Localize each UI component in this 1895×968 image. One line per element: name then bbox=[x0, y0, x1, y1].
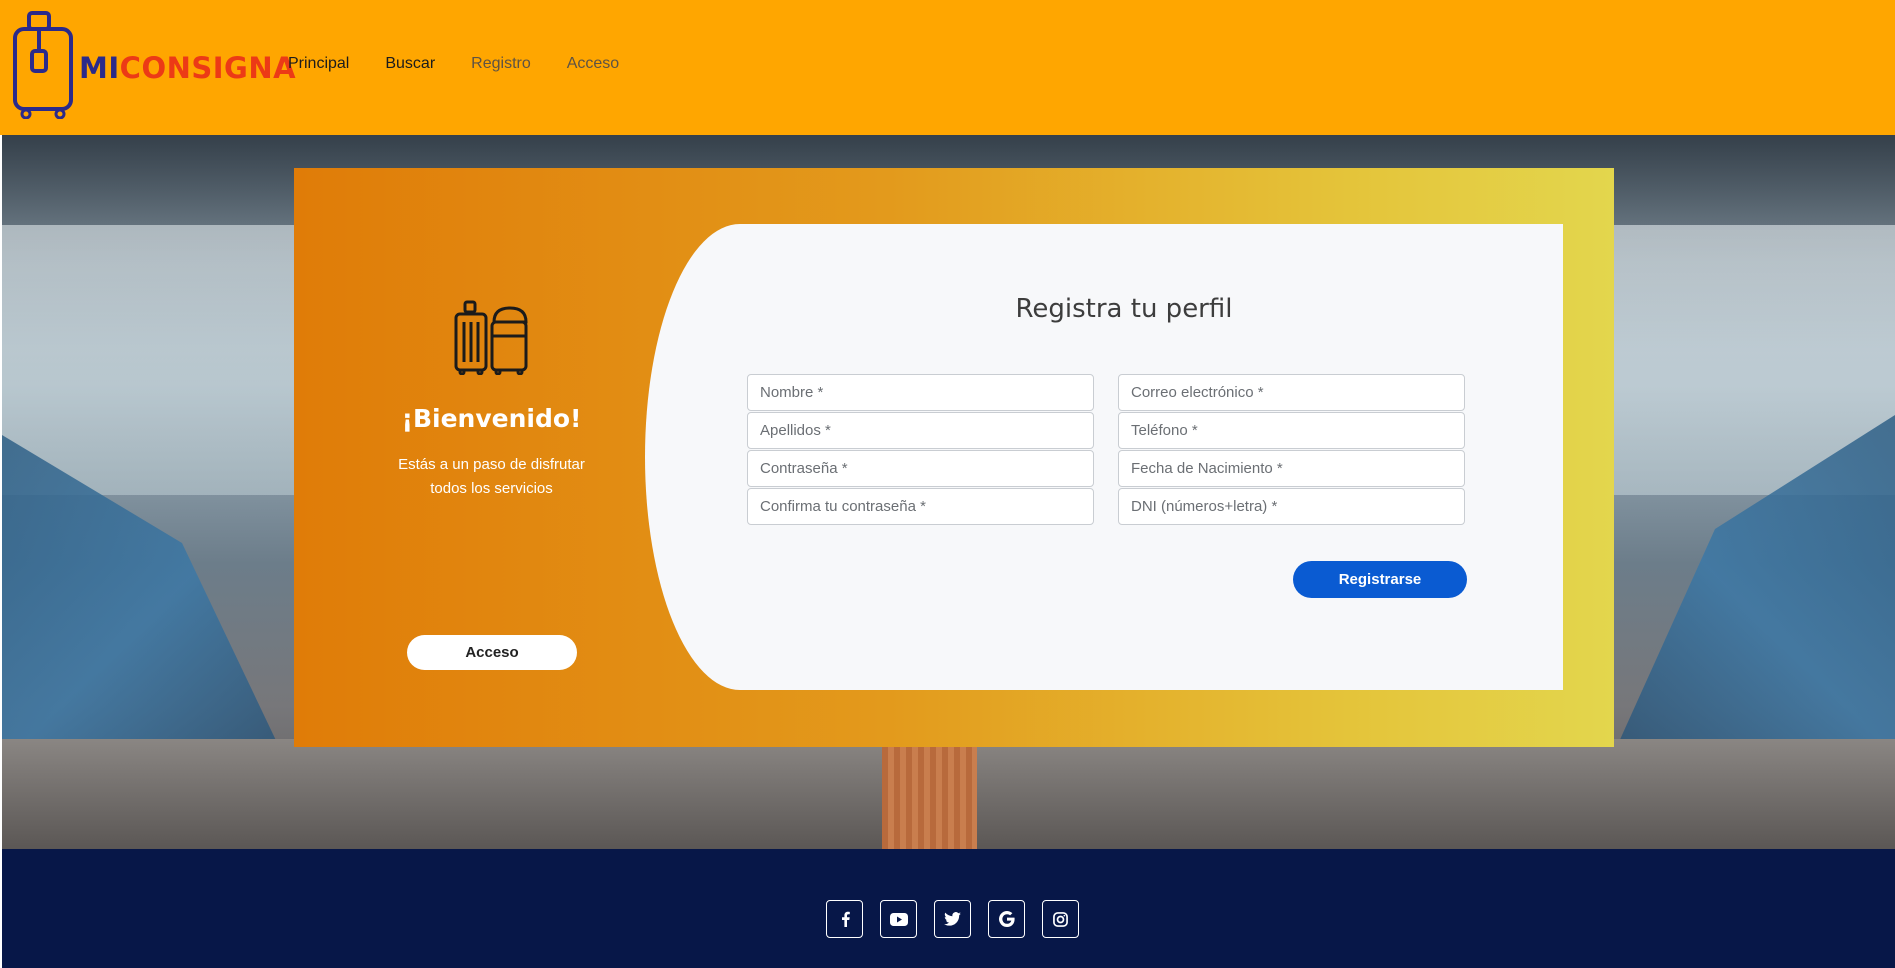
register-card: ¡Bienvenido! Estás a un paso de disfruta… bbox=[294, 168, 1614, 747]
youtube-icon bbox=[889, 912, 908, 926]
instagram-icon bbox=[1053, 911, 1068, 927]
twitter-button[interactable] bbox=[934, 900, 971, 938]
welcome-panel: ¡Bienvenido! Estás a un paso de disfruta… bbox=[294, 168, 689, 747]
nav-link-buscar[interactable]: Buscar bbox=[385, 55, 435, 73]
brand-name-mi: MI bbox=[79, 51, 120, 85]
suitcase-logo-icon bbox=[13, 11, 73, 119]
dni-field[interactable] bbox=[1118, 488, 1465, 525]
email-field[interactable] bbox=[1118, 374, 1465, 411]
hero-window-left bbox=[2, 225, 302, 495]
welcome-title: ¡Bienvenido! bbox=[401, 404, 582, 433]
brand-logo[interactable]: MICONSIGNA bbox=[12, 10, 296, 120]
nombre-field[interactable] bbox=[747, 374, 1094, 411]
nav-link-registro[interactable]: Registro bbox=[471, 55, 531, 73]
main-nav: Principal Buscar Registro Acceso bbox=[288, 55, 655, 73]
hero-floor-stripe bbox=[882, 739, 977, 849]
social-links bbox=[826, 900, 1096, 938]
luggage-icon bbox=[454, 300, 528, 375]
password-confirm-field[interactable] bbox=[747, 488, 1094, 525]
footer bbox=[2, 849, 1895, 968]
register-form: Registra tu perfil Registrarse bbox=[645, 224, 1563, 690]
top-navbar: MICONSIGNA Principal Buscar Registro Acc… bbox=[0, 0, 1895, 135]
fecha-nacimiento-field[interactable] bbox=[1118, 450, 1465, 487]
telefono-field[interactable] bbox=[1118, 412, 1465, 449]
brand-name-consigna: CONSIGNA bbox=[119, 51, 297, 85]
brand-name: MICONSIGNA bbox=[79, 51, 296, 85]
nav-link-principal[interactable]: Principal bbox=[288, 55, 349, 73]
instagram-button[interactable] bbox=[1042, 900, 1079, 938]
apellidos-field[interactable] bbox=[747, 412, 1094, 449]
nav-link-acceso[interactable]: Acceso bbox=[567, 55, 619, 73]
facebook-button[interactable] bbox=[826, 900, 863, 938]
google-button[interactable] bbox=[988, 900, 1025, 938]
welcome-text: Estás a un paso de disfrutar todos los s… bbox=[398, 456, 585, 497]
facebook-icon bbox=[841, 911, 850, 927]
login-button[interactable]: Acceso bbox=[407, 635, 577, 670]
youtube-button[interactable] bbox=[880, 900, 917, 938]
twitter-icon bbox=[944, 912, 961, 926]
google-icon bbox=[998, 911, 1015, 927]
password-field[interactable] bbox=[747, 450, 1094, 487]
form-title: Registra tu perfil bbox=[1015, 294, 1233, 324]
register-button[interactable]: Registrarse bbox=[1293, 561, 1467, 598]
